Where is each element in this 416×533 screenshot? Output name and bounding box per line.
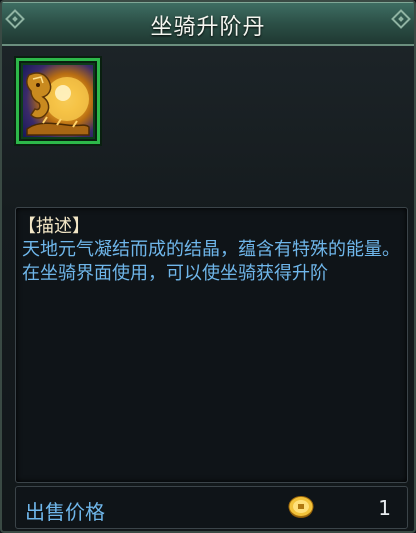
item-icon-frame [16,58,100,144]
item-tooltip-panel: 坐骑升阶丹 【描述】 天地元气凝结而成的结晶，蕴含有特殊的能量。在坐骑界面使用，… [0,0,416,533]
sell-price-value: 1 [378,496,391,520]
mount-pill-icon [23,65,93,137]
description-heading: 【描述】 [18,216,90,237]
description-text: 天地元气凝结而成的结晶，蕴含有特殊的能量。在坐骑界面使用，可以使坐骑获得升阶 [22,239,400,284]
sell-price-row: 出售价格 1 [15,486,408,529]
gold-coin-icon [288,496,314,518]
sell-price-label: 出售价格 [25,500,105,524]
title-bar: 坐骑升阶丹 [2,2,414,46]
item-title: 坐骑升阶丹 [150,15,266,40]
description-box: 【描述】 天地元气凝结而成的结晶，蕴含有特殊的能量。在坐骑界面使用，可以使坐骑获… [15,207,408,483]
